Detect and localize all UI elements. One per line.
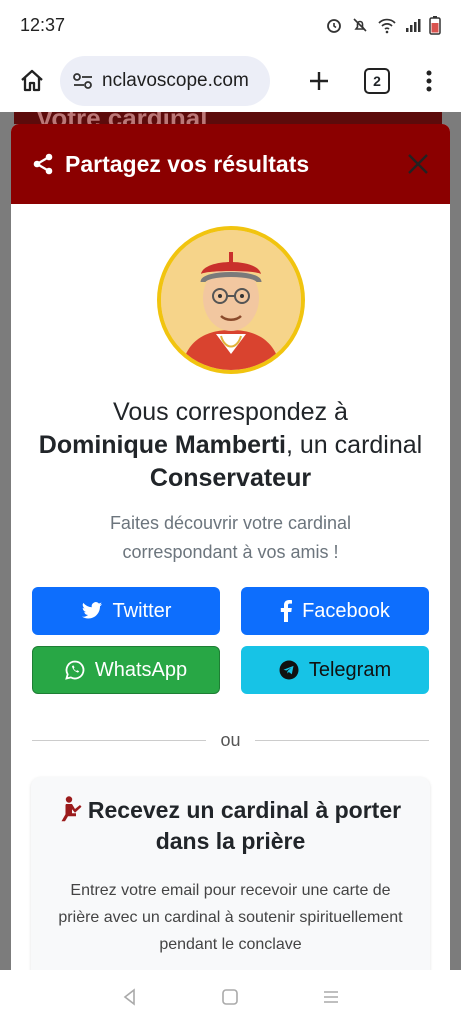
home-nav-icon[interactable] [221,988,239,1006]
more-vert-icon [426,70,432,92]
background-heading: Votre cardinal [14,112,442,124]
alarm-icon [327,19,341,33]
url-text: nclavoscope.com [102,70,249,91]
mute-icon [353,18,367,32]
prayer-card-title: Recevez un cardinal à porter dans la pri… [49,795,412,857]
prayer-card: Recevez un cardinal à porter dans la pri… [31,777,430,970]
wifi-icon [378,18,396,34]
back-icon[interactable] [121,988,139,1006]
praying-person-icon [61,796,82,822]
site-settings-icon [73,73,92,89]
headline-prefix: Vous correspondez à [113,398,348,426]
facebook-icon [280,600,293,622]
facebook-label: Facebook [302,599,390,622]
signal-icon [406,19,421,32]
browser-toolbar: nclavoscope.com 2 [0,50,461,112]
twitter-label: Twitter [112,599,172,622]
battery-icon [429,16,441,35]
cardinal-portrait [160,230,301,370]
address-bar[interactable]: nclavoscope.com [60,56,270,106]
system-nav-bar [0,970,461,1024]
prayer-card-text: Entrez votre email pour recevoir une car… [58,882,403,953]
divider-line-right [254,740,429,741]
browser-menu-button[interactable] [409,61,449,101]
cardinal-name: Dominique Mamberti [38,431,287,459]
new-tab-button[interactable] [299,61,339,101]
modal-title: Partagez vos résultats [65,150,310,177]
plus-icon [310,72,328,90]
share-icon [33,153,53,175]
modal-header: Partagez vos résultats [11,124,450,204]
or-divider: ou [32,730,429,751]
twitter-icon [81,602,102,619]
cardinal-avatar [156,226,305,374]
tab-count: 2 [364,68,390,94]
telegram-share-button[interactable]: Telegram [241,646,429,694]
share-subtitle: Faites découvrir votre cardinal correspo… [109,513,352,562]
whatsapp-icon [65,660,85,680]
divider-line-left [32,740,207,741]
status-bar: 12:37 [0,0,461,50]
twitter-share-button[interactable]: Twitter [32,587,220,635]
recents-icon[interactable] [322,988,340,1006]
home-button[interactable] [12,61,52,101]
prayer-title-text: Recevez un cardinal à porter dans la pri… [87,797,402,854]
telegram-label: Telegram [308,658,392,681]
whatsapp-share-button[interactable]: WhatsApp [32,646,220,694]
share-buttons: Twitter Facebook WhatsApp Telegram [32,587,450,694]
tab-switcher-button[interactable]: 2 [357,61,397,101]
whatsapp-label: WhatsApp [94,658,188,681]
home-icon [21,69,43,92]
cardinal-type: Conservateur [149,464,312,492]
share-results-modal: Partagez vos résultats Vous correspondez… [11,124,450,970]
telegram-icon [279,660,299,680]
headline-middle: , un cardinal [286,431,423,459]
facebook-share-button[interactable]: Facebook [241,587,429,635]
status-time: 12:37 [20,14,66,35]
divider-text: ou [220,730,241,750]
close-icon[interactable] [406,152,430,176]
status-icons [325,15,441,35]
match-headline: Vous correspondez à Dominique Mamberti, … [35,396,426,495]
